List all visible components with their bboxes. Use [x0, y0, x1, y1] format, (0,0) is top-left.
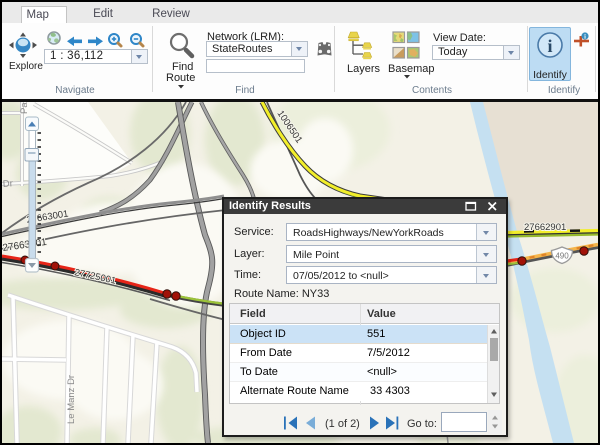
svg-text:Dr: Dr — [2, 178, 13, 190]
svg-text:27662901: 27662901 — [524, 222, 566, 233]
svg-text:Pa: Pa — [19, 102, 30, 114]
svg-text:Go to:: Go to: — [407, 418, 437, 430]
svg-text:i: i — [584, 34, 586, 41]
svg-text:490: 490 — [555, 252, 569, 261]
svg-text:i: i — [547, 36, 552, 56]
svg-text:Le Manz Dr: Le Manz Dr — [66, 375, 77, 424]
svg-text:(1 of 2): (1 of 2) — [325, 418, 360, 430]
